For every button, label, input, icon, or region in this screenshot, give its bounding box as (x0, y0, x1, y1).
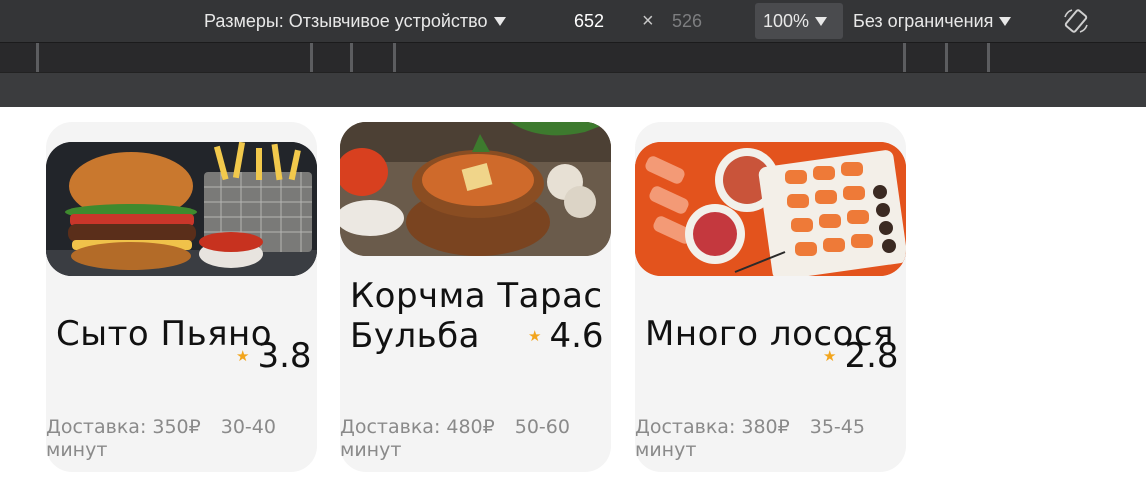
rating: ★ 4.6 (528, 316, 604, 356)
restaurant-card[interactable]: Много лосося ★ 2.8 Доставка: 380₽ 35-45 м… (635, 122, 906, 472)
media-query-bar[interactable] (0, 42, 1146, 73)
chevron-down-icon (815, 16, 828, 26)
delivery-price: Доставка: 480₽ (340, 416, 495, 438)
star-icon: ★ (528, 327, 542, 345)
zoom-label: 100% (763, 10, 810, 31)
rating-value: 4.6 (549, 316, 604, 356)
soup-photo (340, 122, 611, 256)
throttling-dropdown[interactable]: Без ограничения (853, 0, 1012, 42)
width-input[interactable]: 652 (560, 6, 618, 36)
sushi-photo (635, 142, 906, 276)
throttling-label: Без ограничения (853, 10, 994, 31)
delivery-info: Доставка: 380₽ 35-45 минут (635, 416, 906, 462)
rotate-device-icon[interactable] (1060, 0, 1092, 42)
rating: ★ 2.8 (823, 336, 899, 376)
dimensions-label: Размеры: Отзывчивое устройство (204, 10, 488, 31)
dimensions-dropdown[interactable]: Размеры: Отзывчивое устройство (204, 0, 506, 42)
restaurant-card[interactable]: Сыто Пьяно ★ 3.8 Доставка: 350₽ 30-40 мин… (46, 122, 317, 472)
burger-photo (46, 142, 317, 276)
restaurant-card[interactable]: Корчма Тарас Бульба ★ 4.6 Доставка: 480₽… (340, 122, 611, 472)
rating: ★ 3.8 (236, 336, 312, 376)
zoom-dropdown[interactable]: 100% (755, 3, 843, 39)
delivery-price: Доставка: 350₽ (46, 416, 201, 438)
dimension-separator: × (642, 9, 654, 32)
chevron-down-icon (999, 16, 1012, 26)
responsive-toolbar: Размеры: Отзывчивое устройство 652 × 526… (0, 0, 1146, 42)
star-icon: ★ (236, 347, 250, 365)
chevron-down-icon (493, 16, 506, 26)
delivery-price: Доставка: 380₽ (635, 416, 790, 438)
delivery-info: Доставка: 480₽ 50-60 минут (340, 416, 611, 462)
rating-value: 3.8 (257, 336, 312, 376)
delivery-info: Доставка: 350₽ 30-40 минут (46, 416, 317, 462)
ruler-bar (0, 72, 1146, 107)
rating-value: 2.8 (844, 336, 899, 376)
height-input[interactable]: 526 (660, 6, 714, 36)
star-icon: ★ (823, 347, 837, 365)
